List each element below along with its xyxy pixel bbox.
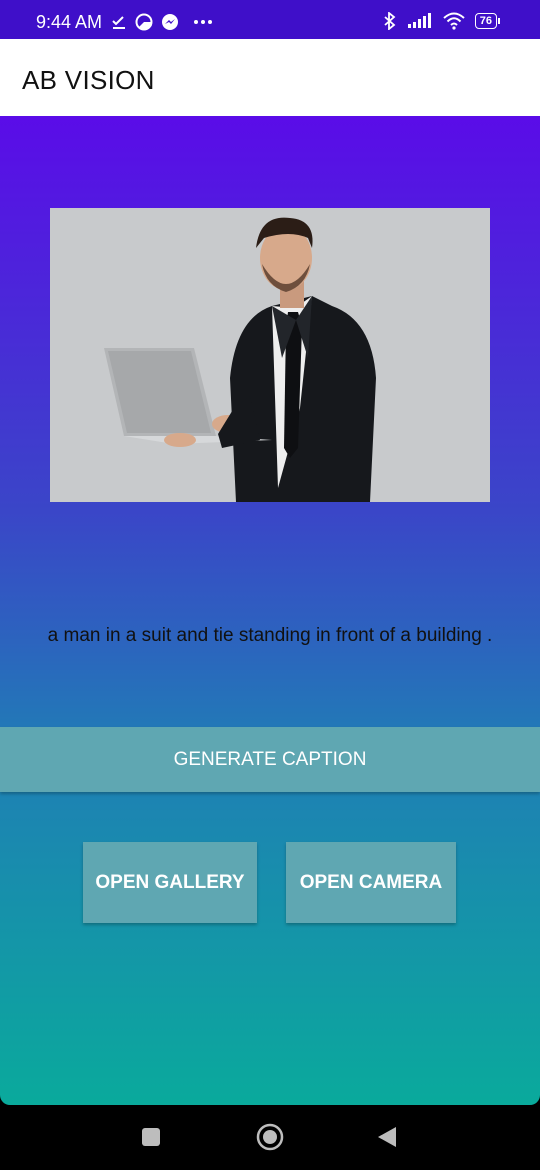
signal-icon bbox=[407, 13, 431, 28]
bluetooth-icon bbox=[384, 12, 396, 30]
app-bar: AB VISION bbox=[0, 39, 540, 116]
battery-level: 76 bbox=[479, 15, 492, 27]
open-camera-button[interactable]: OPEN CAMERA bbox=[286, 842, 456, 923]
recents-icon bbox=[142, 1128, 160, 1146]
download-done-icon bbox=[112, 16, 125, 29]
app-title: AB VISION bbox=[22, 65, 155, 95]
generated-caption: a man in a suit and tie standing in fron… bbox=[47, 625, 493, 646]
generate-caption-button[interactable]: GENERATE CAPTION bbox=[0, 727, 540, 792]
messenger-icon bbox=[162, 14, 178, 30]
open-gallery-button[interactable]: OPEN GALLERY bbox=[83, 842, 257, 923]
man-with-laptop-illustration bbox=[50, 208, 490, 502]
data-saver-icon bbox=[135, 13, 153, 31]
status-icons-left bbox=[111, 13, 213, 31]
home-icon bbox=[256, 1123, 284, 1151]
home-button[interactable] bbox=[256, 1123, 284, 1156]
main-content: a man in a suit and tie standing in fron… bbox=[0, 116, 540, 1105]
system-nav-bar bbox=[0, 1105, 540, 1170]
back-button[interactable] bbox=[376, 1125, 398, 1154]
status-time: 9:44 AM bbox=[36, 12, 103, 32]
status-icons-right: 76 bbox=[383, 12, 500, 30]
more-dots-icon bbox=[194, 20, 212, 24]
status-bar: 9:44 AM 76 bbox=[0, 0, 540, 39]
back-icon bbox=[378, 1127, 396, 1147]
wifi-icon bbox=[443, 12, 465, 30]
selected-image bbox=[50, 208, 490, 502]
recents-button[interactable] bbox=[141, 1127, 161, 1152]
battery-icon: 76 bbox=[474, 13, 500, 29]
